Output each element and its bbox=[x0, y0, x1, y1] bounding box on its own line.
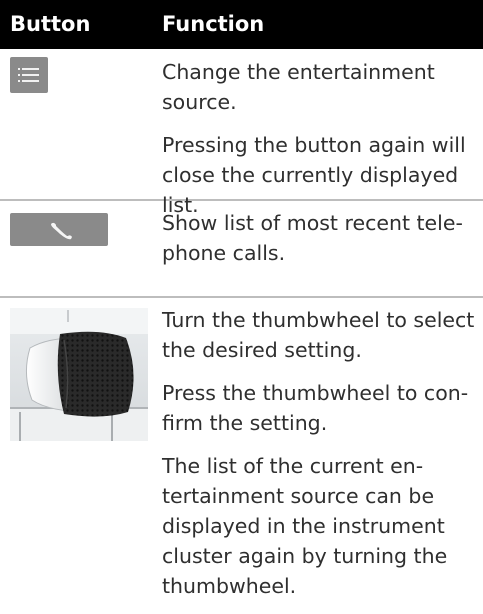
function-text: The list of the current en-tertainment s… bbox=[162, 454, 448, 598]
function-text: Show list of most recent tele-phone call… bbox=[162, 211, 463, 265]
function-text: Press the thumbwheel to con-firm the set… bbox=[162, 381, 469, 435]
thumbwheel-image bbox=[10, 308, 148, 441]
table-row: Change the entertainment source. Pressin… bbox=[0, 49, 483, 217]
table-row: Show list of most recent tele-phone call… bbox=[0, 201, 483, 298]
function-table: Button Function Change the entertainment… bbox=[0, 0, 483, 598]
function-cell: Turn the thumbwheel to select the desire… bbox=[162, 305, 480, 614]
list-icon bbox=[10, 57, 48, 93]
function-cell: Show list of most recent tele-phone call… bbox=[162, 208, 480, 281]
header-button: Button bbox=[10, 12, 91, 36]
table-header: Button Function bbox=[0, 0, 483, 49]
function-text: Turn the thumbwheel to select the desire… bbox=[162, 308, 475, 362]
phone-icon bbox=[10, 213, 108, 246]
header-function: Function bbox=[162, 12, 265, 36]
table-row: Turn the thumbwheel to select the desire… bbox=[0, 298, 483, 598]
function-text: Change the entertainment source. bbox=[162, 60, 435, 114]
